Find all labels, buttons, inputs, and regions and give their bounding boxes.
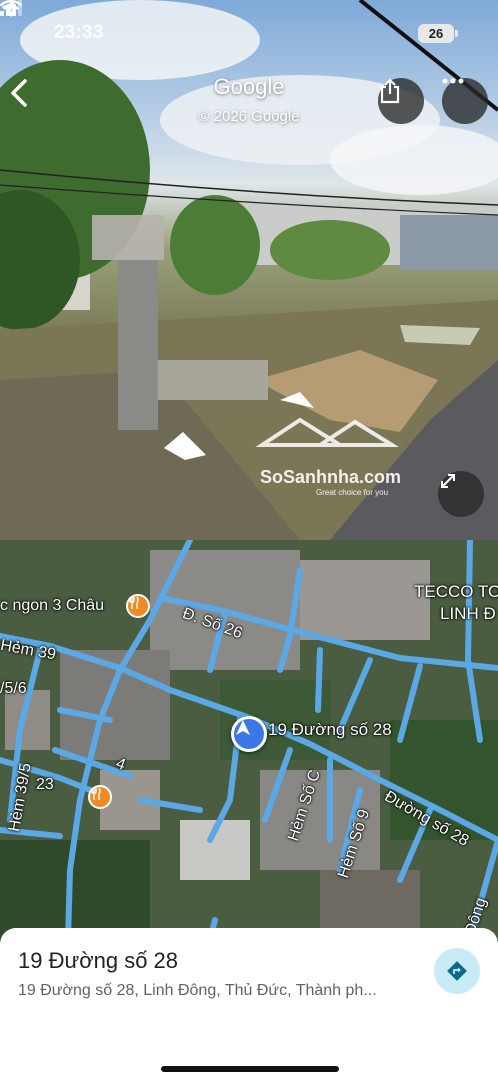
map-label-restaurant[interactable]: c ngon 3 Châu (0, 597, 104, 615)
place-title: 19 Đường số 28 (18, 948, 179, 973)
watermark-tagline: Great choice for you (316, 488, 389, 497)
home-indicator (161, 1066, 339, 1072)
more-horizontal-icon (442, 78, 464, 84)
expand-icon (441, 474, 455, 488)
restaurant-pin-2[interactable] (88, 785, 112, 809)
place-sheet[interactable]: 19 Đường số 28 19 Đường số 28, Linh Đông… (0, 928, 498, 1080)
share-button[interactable] (378, 78, 424, 124)
expand-button[interactable] (438, 471, 484, 517)
map-label-5-6: /5/6 (0, 680, 27, 697)
street-view-panel[interactable]: SoSanhnha.com Great choice for you 23:33… (0, 0, 498, 540)
share-icon (380, 78, 400, 104)
location-marker[interactable] (231, 716, 267, 752)
battery-icon: 26 (418, 24, 458, 43)
navigation-arrow-icon (236, 720, 250, 735)
status-time: 23:33 (54, 22, 104, 43)
fork-knife-icon (91, 787, 101, 800)
map-view[interactable]: c ngon 3 Châu Đ. Số 26 Hẻm 39 /5/6 Hẻm 3… (0, 540, 498, 940)
back-button[interactable] (8, 78, 54, 124)
fork-knife-icon (129, 596, 139, 609)
directions-icon (447, 961, 467, 981)
directions-button[interactable] (434, 948, 480, 994)
more-button[interactable] (442, 78, 488, 124)
map-label-23: 23 (36, 776, 54, 793)
wifi-icon (0, 0, 22, 17)
chevron-left-icon (11, 79, 27, 107)
map-label-linh-d: LINH Đ (440, 604, 496, 623)
map-label-tecco[interactable]: TECCO TO (414, 582, 498, 602)
watermark-text: SoSanhnha.com (260, 467, 402, 487)
street-view-copyright: © 2026 Google (198, 108, 300, 125)
map-label-selected-address[interactable]: 19 Đường số 28 (268, 720, 392, 740)
place-address: 19 Đường số 28, Linh Đông, Thủ Đức, Thàn… (18, 982, 377, 999)
restaurant-pin-1[interactable] (126, 594, 150, 618)
status-bar: 23:33 26 (0, 0, 498, 64)
